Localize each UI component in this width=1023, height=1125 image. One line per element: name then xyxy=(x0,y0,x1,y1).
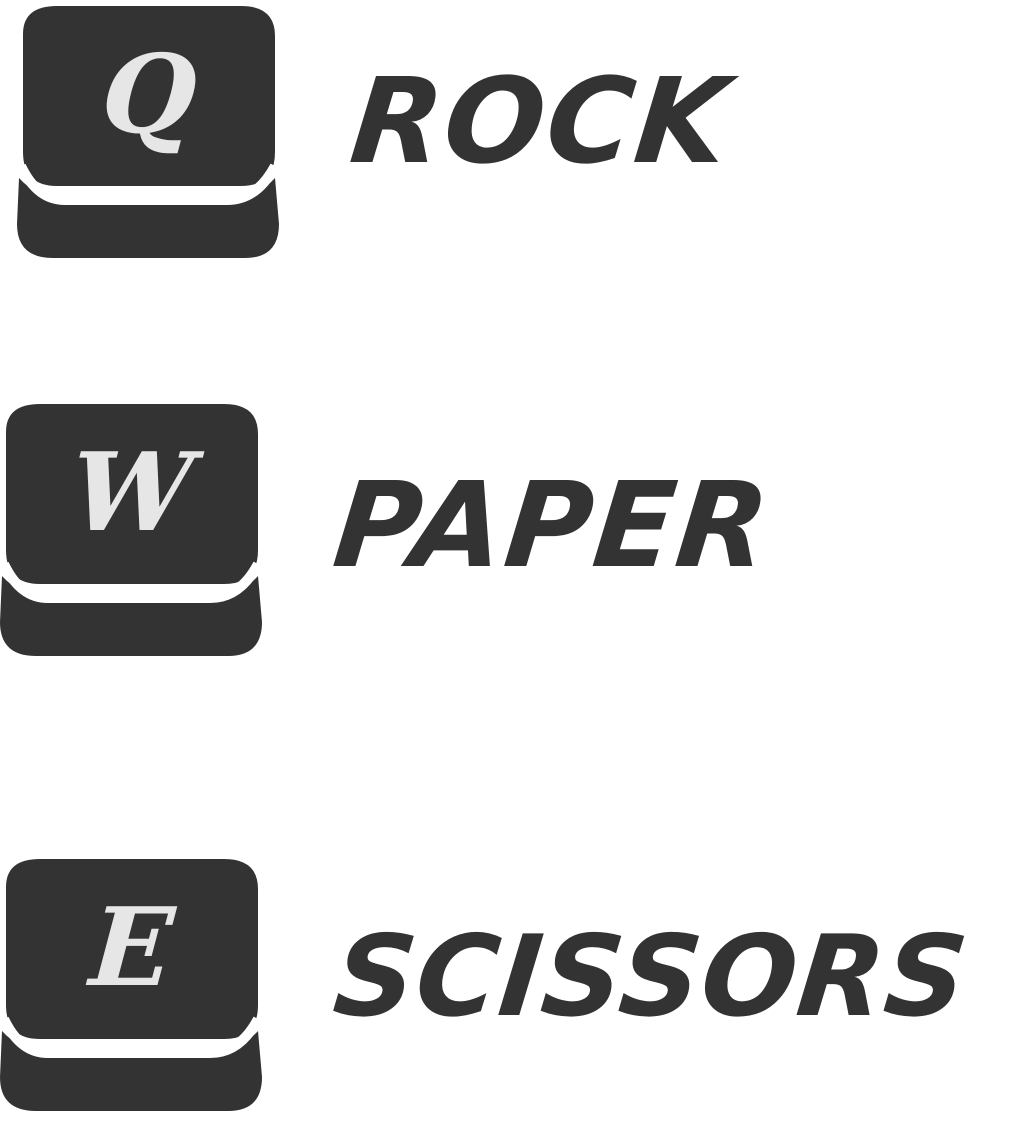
keyboard-key-icon-w: W xyxy=(0,404,264,666)
action-label-scissors: SCISSORS xyxy=(328,912,974,1042)
key-letter: W xyxy=(66,430,198,556)
keyboard-key-icon-q: Q xyxy=(16,6,281,268)
control-row-paper: W PAPER xyxy=(0,400,1023,670)
control-row-rock: Q ROCK xyxy=(0,0,1023,270)
keyboard-key-icon-e: E xyxy=(0,859,264,1121)
action-label-paper: PAPER xyxy=(327,456,778,594)
control-row-scissors: E SCISSORS xyxy=(0,855,1023,1125)
key-letter: Q xyxy=(97,32,201,158)
action-label-rock: ROCK xyxy=(344,52,737,190)
key-letter: E xyxy=(86,885,178,1011)
